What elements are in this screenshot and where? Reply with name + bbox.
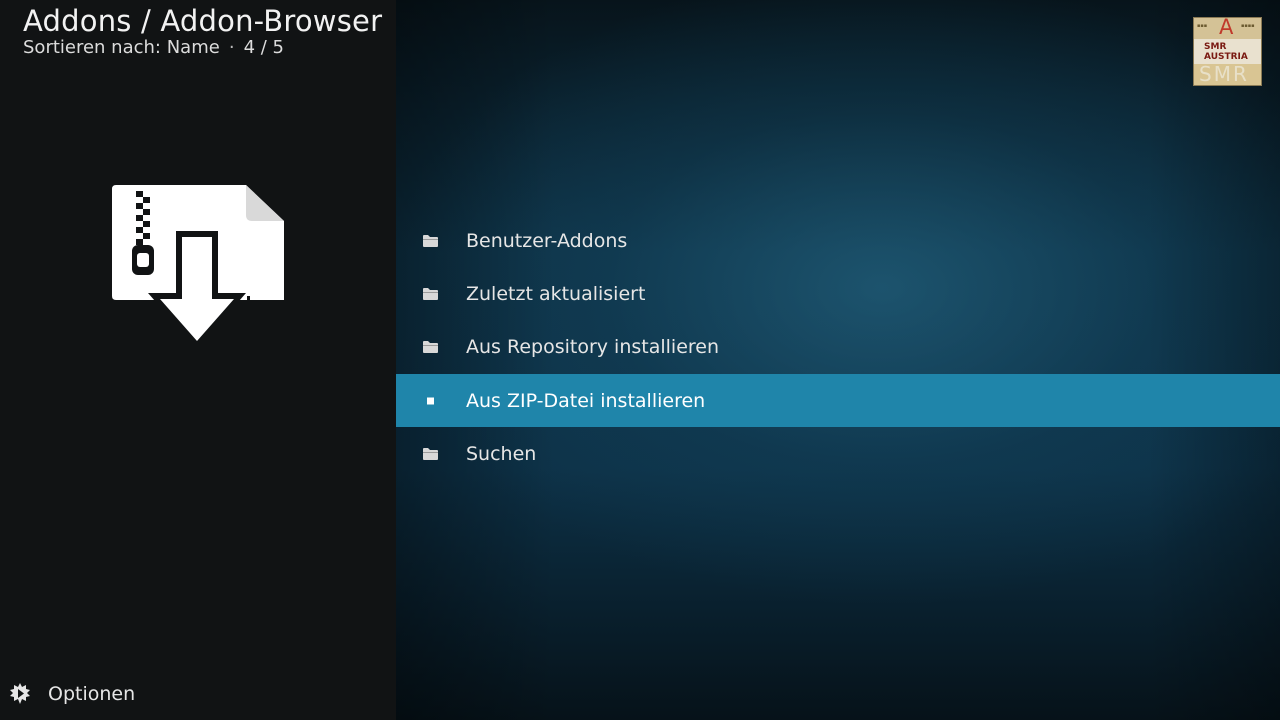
menu-item-label: Aus ZIP-Datei installieren	[466, 389, 706, 412]
menu-item-label: Benutzer-Addons	[466, 229, 628, 252]
menu-item-suchen[interactable]: Suchen	[396, 427, 1280, 480]
folder-icon	[423, 287, 438, 300]
options-gear-icon	[10, 683, 30, 704]
menu-item-benutzer-addons[interactable]: Benutzer-Addons	[396, 214, 1280, 267]
menu-item-zuletzt-aktualisiert[interactable]: Zuletzt aktualisiert	[396, 267, 1280, 320]
menu-item-label: Suchen	[466, 442, 537, 465]
item-position: 4 / 5	[243, 37, 284, 58]
menu-item-label: Zuletzt aktualisiert	[466, 282, 646, 305]
menu-item-aus-zip-datei-installieren[interactable]: Aus ZIP-Datei installieren	[396, 373, 1280, 428]
zip-download-icon	[112, 185, 284, 349]
logo-letters-smr: SMR	[1199, 62, 1249, 86]
logo-middle-text: SMR AUSTRIA	[1204, 42, 1248, 62]
menu-item-aus-repository-installieren[interactable]: Aus Repository installieren	[396, 321, 1280, 374]
square-bullet-icon	[427, 397, 434, 405]
options-label: Optionen	[48, 683, 136, 705]
addon-menu-list: Benutzer-Addons Zuletzt aktualisiert Aus…	[396, 214, 1280, 480]
folder-icon	[423, 234, 438, 247]
sort-label: Sortieren nach: Name	[23, 37, 220, 58]
menu-item-label: Aus Repository installieren	[466, 336, 720, 359]
sort-info: Sortieren nach: Name · 4 / 5	[23, 37, 284, 58]
options-button[interactable]: Optionen	[8, 682, 135, 706]
folder-icon	[423, 447, 438, 460]
addon-browser-screen: Addons / Addon-Browser Sortieren nach: N…	[0, 0, 1280, 720]
page-title: Addons / Addon-Browser	[23, 4, 383, 38]
logo-letter-a: A	[1219, 15, 1234, 39]
smr-austria-logo: ▪▪▪ ▪▪▪▪ A SMR AUSTRIA SMR	[1193, 15, 1262, 86]
left-panel	[0, 0, 396, 720]
folder-icon	[423, 341, 438, 354]
separator: ·	[228, 37, 235, 58]
